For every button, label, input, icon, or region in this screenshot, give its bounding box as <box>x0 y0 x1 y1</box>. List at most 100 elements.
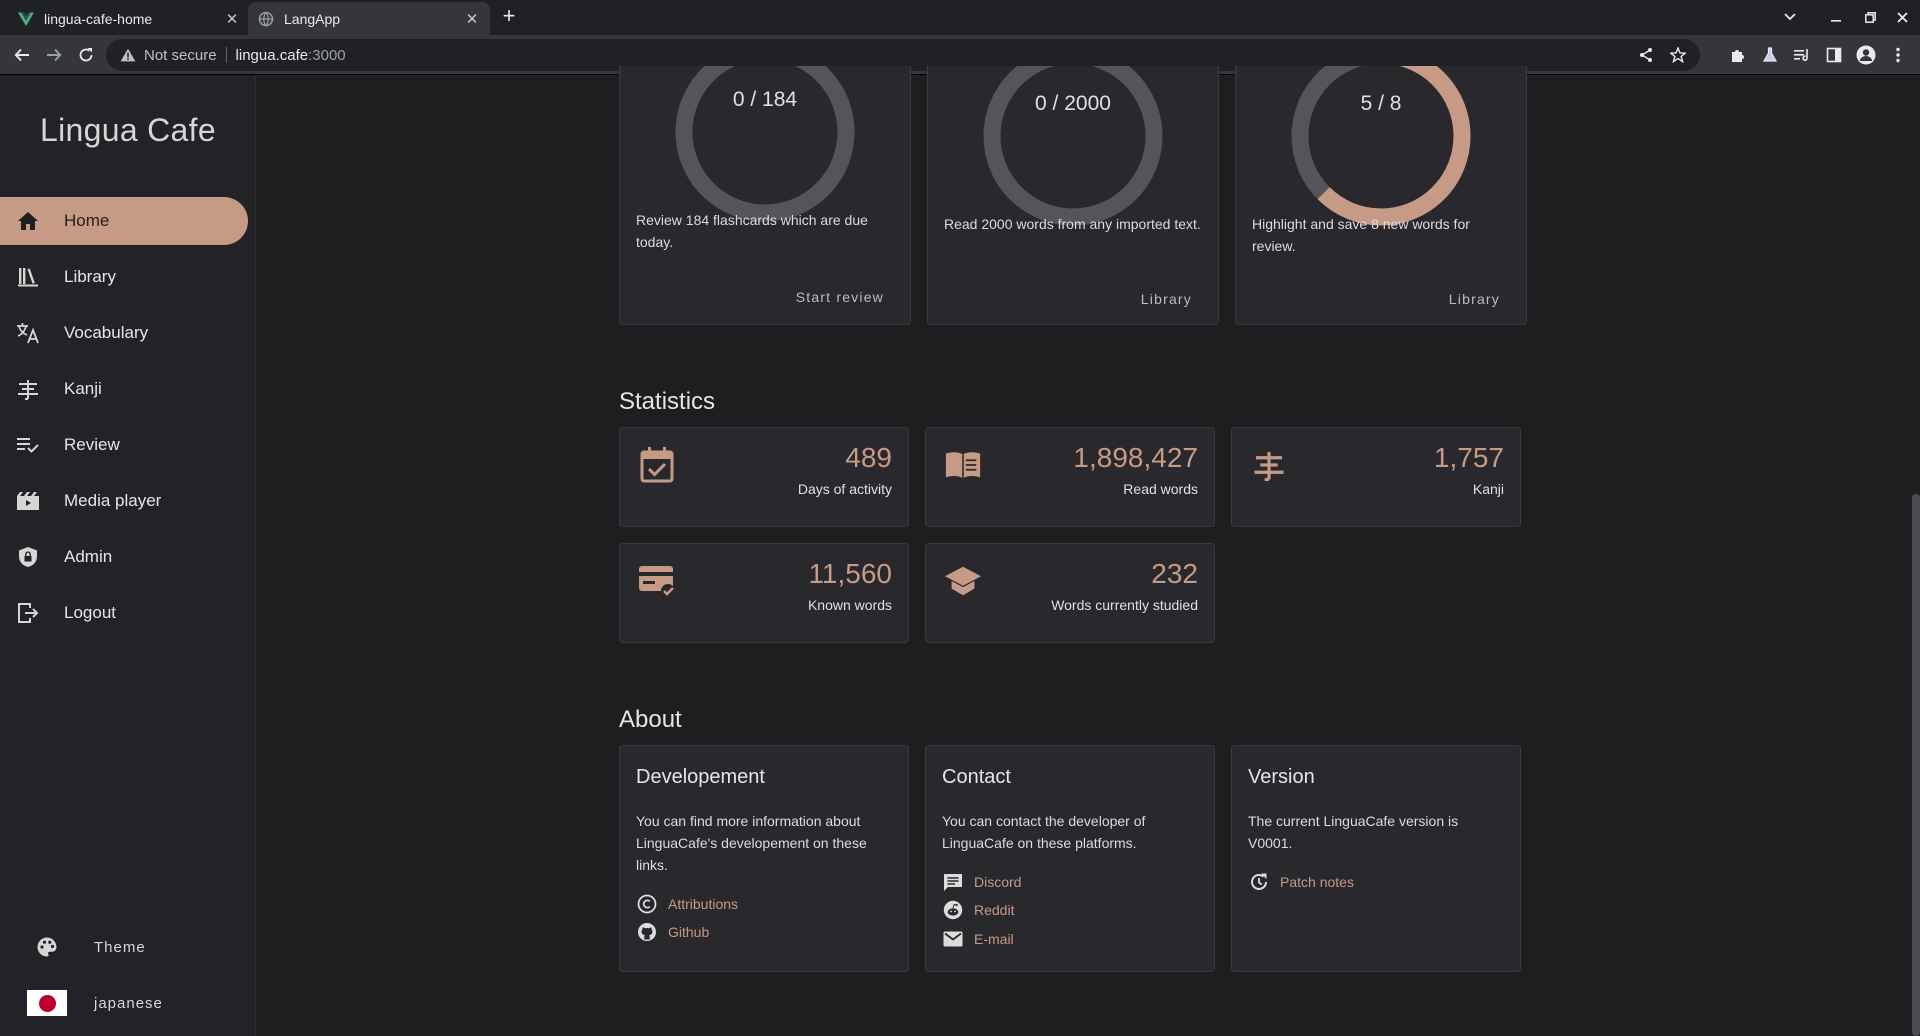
vue-logo-icon <box>18 11 34 27</box>
labs-flask-icon[interactable] <box>1758 43 1782 67</box>
minimize-icon[interactable] <box>1824 6 1848 28</box>
stat-value: 489 <box>845 442 892 473</box>
goal-card-review: 0 / 184 Review 184 flashcards which are … <box>619 66 911 325</box>
goal-description: Review 184 flashcards which are due toda… <box>636 212 868 250</box>
browser-tab-bar: lingua-cafe-home ✕ LangApp ✕ + <box>0 0 1920 35</box>
translate-icon <box>16 321 40 345</box>
language-selector[interactable]: japanese <box>0 983 256 1023</box>
statistics-heading: Statistics <box>619 388 716 415</box>
copyright-icon <box>636 893 658 915</box>
page-scrollbar[interactable] <box>1912 494 1920 1036</box>
language-label: japanese <box>94 994 163 1012</box>
sidebar-item-logout[interactable]: Logout <box>0 589 248 637</box>
sidebar-item-library[interactable]: Library <box>0 253 248 301</box>
link-label: Github <box>668 924 710 940</box>
reddit-link[interactable]: Reddit <box>942 899 1014 921</box>
warning-icon <box>120 47 136 63</box>
sidebar-item-label: Vocabulary <box>64 323 149 342</box>
link-label: E-mail <box>974 931 1014 947</box>
card-title: Contact <box>942 766 1011 788</box>
url-port: :3000 <box>308 46 346 64</box>
sidebar-item-label: Home <box>64 211 110 230</box>
reddit-icon <box>942 899 964 921</box>
forward-icon[interactable] <box>42 43 66 67</box>
bookmark-star-icon[interactable] <box>1668 46 1688 67</box>
profile-avatar-icon[interactable] <box>1854 43 1878 67</box>
stat-value: 1,757 <box>1433 442 1504 473</box>
window-close-icon[interactable] <box>1890 6 1914 28</box>
playlist-check-icon <box>16 433 40 457</box>
stat-value: 1,898,427 <box>1073 442 1198 473</box>
discord-link[interactable]: Discord <box>942 871 1021 893</box>
stat-label: Kanji <box>1472 481 1504 497</box>
start-review-button[interactable]: Start review <box>796 289 884 305</box>
sidebar-item-kanji[interactable]: Kanji <box>0 365 248 413</box>
card-text: You can find more information about Ling… <box>636 813 867 873</box>
github-link[interactable]: Github <box>636 921 709 943</box>
library-button[interactable]: Library <box>1449 291 1500 307</box>
attributions-link[interactable]: Attributions <box>636 893 738 915</box>
sidebar-item-label: Admin <box>64 547 113 566</box>
goal-description: Highlight and save 8 new words for revie… <box>1252 216 1470 254</box>
about-card-development: Developement You can find more informati… <box>619 745 909 972</box>
stat-label: Known words <box>807 597 892 613</box>
sidebar-item-label: Review <box>64 435 120 454</box>
card-text: The current LinguaCafe version is V0001. <box>1248 813 1459 851</box>
browser-menu-icon[interactable] <box>1886 43 1910 67</box>
back-icon[interactable] <box>10 43 34 67</box>
close-tab-icon[interactable]: ✕ <box>464 11 480 28</box>
tab-title: LangApp <box>284 10 341 27</box>
email-icon <box>942 928 964 950</box>
sidebar-item-review[interactable]: Review <box>0 421 248 469</box>
goal-description: Read 2000 words from any imported text. <box>944 216 1201 232</box>
reload-icon[interactable] <box>74 43 98 67</box>
about-card-contact: Contact You can contact the developer of… <box>925 745 1215 972</box>
japan-flag-icon <box>27 990 67 1016</box>
goal-progress-text: 0 / 2000 <box>1035 92 1111 115</box>
restore-icon[interactable] <box>1858 6 1882 28</box>
side-panel-icon[interactable] <box>1822 43 1846 67</box>
goal-card-new-words: 5 / 8 Highlight and save 8 new words for… <box>1235 66 1527 325</box>
goal-progress-text: 5 / 8 <box>1360 92 1402 115</box>
library-button[interactable]: Library <box>1141 291 1192 307</box>
browser-tab-langapp[interactable]: LangApp ✕ <box>248 2 490 35</box>
media-queue-icon[interactable] <box>1790 43 1814 67</box>
card-text: You can contact the developer of LinguaC… <box>942 813 1146 851</box>
patch-notes-link[interactable]: Patch notes <box>1248 871 1354 893</box>
stat-card-read-words: 1,898,427 Read words <box>925 427 1215 527</box>
share-icon[interactable] <box>1638 47 1654 67</box>
tab-search-icon[interactable] <box>1778 6 1802 28</box>
about-heading: About <box>619 706 682 733</box>
about-card-version: Version The current LinguaCafe version i… <box>1231 745 1521 972</box>
link-label: Patch notes <box>1280 874 1354 890</box>
goal-card-reading: 0 / 2000 Read 2000 words from any import… <box>927 66 1219 325</box>
stat-card-days-of-activity: 489 Days of activity <box>619 427 909 527</box>
brand-title: Lingua Cafe <box>40 112 216 148</box>
url-host: lingua.cafe <box>235 46 309 64</box>
browser-tab-lingua-cafe-home[interactable]: lingua-cafe-home ✕ <box>8 2 250 35</box>
address-separator <box>225 47 227 63</box>
close-tab-icon[interactable]: ✕ <box>224 11 240 28</box>
goal-progress-ring <box>983 66 1163 226</box>
new-tab-button[interactable]: + <box>498 5 520 28</box>
email-link[interactable]: E-mail <box>942 928 1014 950</box>
goal-progress-text: 0 / 184 <box>732 88 798 111</box>
globe-icon <box>258 11 274 27</box>
palette-icon <box>36 936 58 958</box>
link-label: Attributions <box>668 896 739 912</box>
kanji-icon <box>16 377 40 401</box>
sidebar-item-admin[interactable]: Admin <box>0 533 248 581</box>
stat-card-kanji: 1,757 Kanji <box>1231 427 1521 527</box>
logout-icon <box>16 601 40 625</box>
stat-card-known-words: 11,560 Known words <box>619 543 909 643</box>
chat-message-icon <box>942 871 964 893</box>
security-label: Not secure <box>144 46 217 64</box>
sidebar-item-home[interactable]: Home <box>0 197 248 245</box>
extensions-icon[interactable] <box>1726 43 1750 67</box>
card-title: Version <box>1248 766 1315 788</box>
sidebar-item-media-player[interactable]: Media player <box>0 477 248 525</box>
sidebar-item-vocabulary[interactable]: Vocabulary <box>0 309 248 357</box>
theme-label: Theme <box>94 938 146 956</box>
sidebar-item-label: Library <box>64 267 116 286</box>
theme-toggle[interactable]: Theme <box>0 927 256 967</box>
